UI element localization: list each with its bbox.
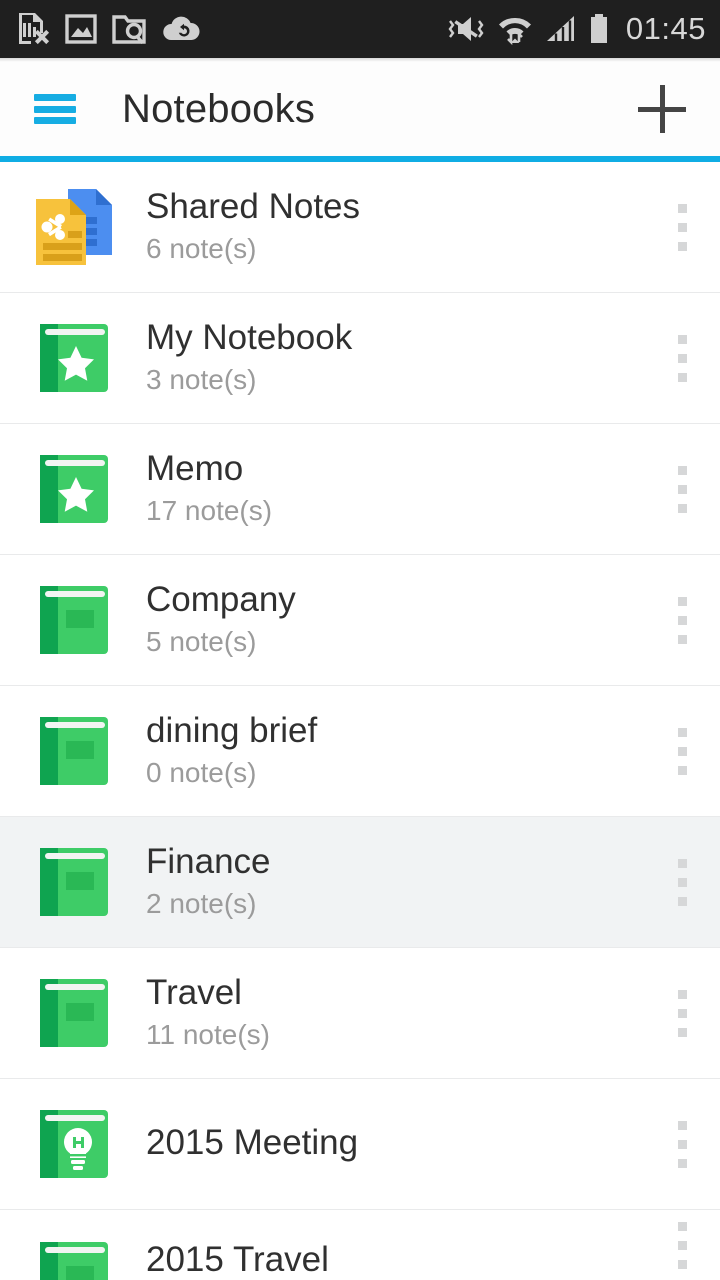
overflow-dot [677,746,687,756]
notebook-bulb-icon [30,1100,118,1188]
list-item-text: 2015 Travel [146,1240,644,1280]
list-item[interactable]: Memo 17 note(s) [0,424,720,555]
overflow-dot [677,1240,687,1250]
list-item-text: 2015 Meeting [146,1123,644,1164]
list-item[interactable]: My Notebook 3 note(s) [0,293,720,424]
notebook-note-count: 11 note(s) [146,1019,270,1050]
overflow-dot [677,1120,687,1130]
overflow-dot [677,1008,687,1018]
overflow-dot [677,634,687,644]
overflow-dot [677,1158,687,1168]
notebook-note-count: 6 note(s) [146,233,257,264]
list-item-text: My Notebook 3 note(s) [146,318,644,398]
app-bar: Notebooks [0,62,720,156]
overflow-dot [677,465,687,475]
list-item-text: Travel 11 note(s) [146,973,644,1053]
folder-search-icon [112,15,146,44]
notebook-note-count: 0 note(s) [146,757,257,788]
overflow-menu-icon[interactable] [644,162,720,292]
notebook-plain-icon [30,969,118,1057]
notebook-plain-icon [30,576,118,664]
overflow-dot [677,877,687,887]
list-item-text: Shared Notes 6 note(s) [146,187,644,267]
status-bar: 01:45 [0,0,720,58]
list-item[interactable]: Finance 2 note(s) [0,817,720,948]
shared-documents-icon [30,183,118,271]
document-cancel-icon [19,13,50,45]
image-icon [65,14,97,44]
overflow-dot [677,765,687,775]
cloud-sync-icon [163,16,200,40]
overflow-menu-icon[interactable] [644,948,720,1078]
overflow-dot [677,989,687,999]
overflow-menu-icon[interactable] [644,686,720,816]
volume-mute-vibrate-icon [448,17,484,41]
list-item[interactable]: 2015 Travel [0,1210,720,1280]
notebook-name: Company [146,579,296,619]
overflow-menu-icon[interactable] [644,817,720,947]
overflow-dot [677,203,687,213]
wifi-data-transfer-icon [498,17,531,46]
overflow-dot [677,858,687,868]
list-item[interactable]: 2015 Meeting [0,1079,720,1210]
page-title: Notebooks [122,86,316,131]
notebook-name: Finance [146,841,271,881]
overflow-dot [677,896,687,906]
notebook-star-icon [30,314,118,402]
list-item[interactable]: Shared Notes 6 note(s) [0,162,720,293]
status-bar-system-icons: 01:45 [446,11,706,47]
status-bar-notifications [16,11,446,47]
notebook-name: dining brief [146,710,318,750]
notebook-note-count: 17 note(s) [146,495,273,526]
notebook-star-icon [30,445,118,533]
hamburger-menu-icon[interactable] [34,94,76,124]
notebook-note-count: 5 note(s) [146,626,257,657]
notebook-name: 2015 Meeting [146,1123,359,1163]
list-item[interactable]: Travel 11 note(s) [0,948,720,1079]
notebook-name: Travel [146,972,242,1012]
notebook-name: 2015 Travel [146,1240,329,1279]
battery-icon [590,14,607,43]
list-item-text: Finance 2 note(s) [146,842,644,922]
notebook-name: Memo [146,448,244,488]
status-bar-clock: 01:45 [625,11,706,46]
overflow-dot [677,1259,687,1269]
overflow-dot [677,615,687,625]
overflow-menu-icon[interactable] [644,424,720,554]
overflow-menu-icon[interactable] [644,1079,720,1209]
hamburger-bar [34,94,76,101]
overflow-dot [677,222,687,232]
notebook-name: My Notebook [146,317,353,357]
overflow-dot [677,241,687,251]
notebook-list: Shared Notes 6 note(s) My Notebook 3 not… [0,162,720,1280]
overflow-menu-icon[interactable] [644,555,720,685]
notebook-name: Shared Notes [146,186,361,226]
list-item[interactable]: dining brief 0 note(s) [0,686,720,817]
list-item-text: dining brief 0 note(s) [146,711,644,791]
notebook-plain-icon [30,707,118,795]
list-item[interactable]: Company 5 note(s) [0,555,720,686]
overflow-dot [677,372,687,382]
overflow-dot [677,1139,687,1149]
notebook-note-count: 3 note(s) [146,364,257,395]
plus-icon[interactable] [630,77,694,141]
overflow-dot [677,484,687,494]
hamburger-bar [34,117,76,124]
list-item-text: Memo 17 note(s) [146,449,644,529]
overflow-dot [677,727,687,737]
overflow-menu-icon[interactable] [644,1210,720,1280]
overflow-menu-icon[interactable] [644,293,720,423]
overflow-dot [677,1027,687,1037]
overflow-dot [677,503,687,513]
notebook-note-count: 2 note(s) [146,888,257,919]
overflow-dot [677,596,687,606]
hamburger-bar [34,105,76,113]
cellular-signal-icon [546,16,574,41]
notebook-plain-icon [30,838,118,926]
overflow-dot [677,353,687,363]
overflow-dot [677,334,687,344]
notebook-plain-icon [30,1232,118,1280]
overflow-dot [677,1221,687,1231]
list-item-text: Company 5 note(s) [146,580,644,660]
